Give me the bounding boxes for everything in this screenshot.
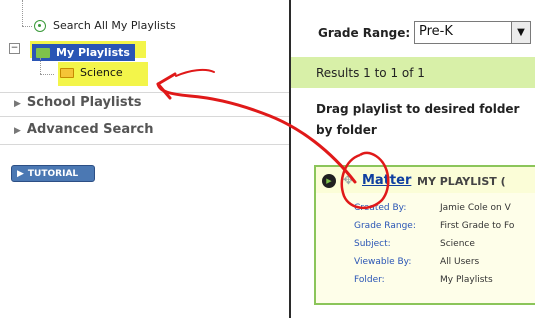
- tree-item-science[interactable]: Science: [60, 66, 123, 79]
- my-playlists-label: My Playlists: [56, 46, 130, 59]
- folder-icon: [36, 47, 50, 58]
- meta-row: Viewable By: All Users: [354, 257, 479, 267]
- play-icon[interactable]: ▶: [322, 174, 336, 188]
- chevron-down-icon[interactable]: ▼: [511, 21, 531, 44]
- play-icon: ▶: [17, 168, 24, 179]
- tree-line: [40, 58, 41, 74]
- school-playlists-label: School Playlists: [26, 95, 142, 110]
- tree-line: [22, 0, 23, 26]
- meta-row: Grade Range: First Grade to Fo: [354, 221, 514, 231]
- meta-key: Folder:: [354, 275, 385, 285]
- tree-line: [22, 26, 32, 27]
- meta-key: Created By:: [354, 203, 407, 213]
- chevron-right-icon: ▶: [14, 126, 21, 136]
- divider: [0, 144, 289, 145]
- meta-row: Folder: My Playlists: [354, 275, 493, 285]
- playlist-tag: MY PLAYLIST (: [417, 175, 506, 188]
- tutorial-button[interactable]: ▶ TUTORIAL: [11, 165, 95, 182]
- collapse-icon[interactable]: −: [9, 43, 20, 54]
- grade-range-label: Grade Range:: [318, 26, 411, 40]
- grade-range-value: Pre-K: [419, 24, 453, 39]
- main-panel: Grade Range: Pre-K ▼ Results 1 to 1 of 1…: [291, 0, 535, 318]
- playlist-card[interactable]: ▶ ✥ Matter MY PLAYLIST ( Created By: Jami…: [314, 165, 535, 305]
- divider: [0, 116, 289, 117]
- meta-row: Subject: Science: [354, 239, 475, 249]
- meta-row: Created By: Jamie Cole on V: [354, 203, 511, 213]
- search-all-playlists-link[interactable]: Search All My Playlists: [34, 19, 176, 32]
- meta-key: Grade Range:: [354, 221, 416, 231]
- tree-line: [40, 74, 54, 75]
- advanced-search-section[interactable]: ▶ Advanced Search: [14, 122, 153, 137]
- grade-range-select[interactable]: Pre-K ▼: [414, 21, 531, 44]
- meta-key: Viewable By:: [354, 257, 412, 267]
- search-all-label: Search All My Playlists: [53, 19, 176, 32]
- school-playlists-section[interactable]: ▶ School Playlists: [14, 95, 142, 110]
- results-count: Results 1 to 1 of 1: [316, 66, 425, 80]
- folder-icon: [60, 67, 74, 78]
- drag-handle-icon[interactable]: ✥: [343, 173, 359, 189]
- divider: [0, 92, 289, 93]
- meta-key: Subject:: [354, 239, 391, 249]
- sidebar: Search All My Playlists − My Playlists S…: [0, 0, 290, 318]
- playlist-title-link[interactable]: Matter: [362, 173, 411, 188]
- search-icon: [34, 19, 46, 32]
- meta-value: My Playlists: [440, 275, 493, 285]
- meta-value: Jamie Cole on V: [440, 203, 511, 213]
- drag-hint: Drag playlist to desired folder by folde…: [316, 102, 520, 137]
- chevron-right-icon: ▶: [14, 99, 21, 109]
- tutorial-label: TUTORIAL: [27, 168, 79, 179]
- meta-value: Science: [440, 239, 475, 249]
- tree-item-my-playlists[interactable]: My Playlists: [32, 44, 135, 61]
- meta-value: All Users: [440, 257, 480, 267]
- science-label: Science: [80, 66, 123, 79]
- advanced-search-label: Advanced Search: [26, 122, 154, 137]
- meta-value: First Grade to Fo: [440, 221, 515, 231]
